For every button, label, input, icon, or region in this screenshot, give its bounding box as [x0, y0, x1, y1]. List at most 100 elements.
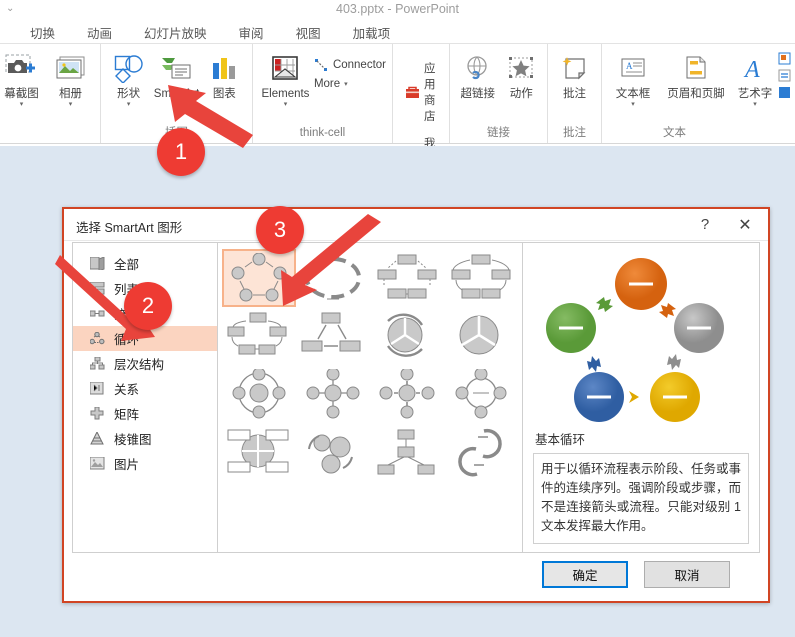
equation-button[interactable] — [778, 69, 791, 82]
comment-label: 批注 — [563, 88, 587, 100]
text-box-label: 文本框 — [615, 88, 651, 100]
arrow-ribbon-icon — [377, 429, 435, 475]
chart-button[interactable]: 图表 — [203, 48, 246, 100]
header-footer-icon — [682, 52, 710, 86]
window-title: 403.pptx - PowerPoint — [336, 2, 459, 16]
gallery-item-5[interactable] — [296, 307, 370, 365]
gallery-item-13[interactable] — [296, 423, 370, 481]
gallery-item-6[interactable] — [370, 307, 444, 365]
list-category-icon — [89, 281, 106, 296]
gear-icon — [308, 434, 353, 474]
relationship-category-icon — [89, 381, 106, 396]
smartart-icon — [160, 52, 192, 86]
gallery-item-1[interactable] — [296, 249, 370, 307]
preview-diagram — [533, 249, 749, 427]
ribbon-tab-2[interactable]: 幻灯片放映 — [128, 20, 223, 46]
category-item-7[interactable]: 棱锥图 — [73, 426, 217, 451]
smartart-gallery[interactable] — [218, 243, 523, 552]
screenshot-label: 幕截图 — [4, 88, 39, 100]
radial-venn-icon — [379, 369, 435, 419]
preview-pane: 基本循环 用于以循环流程表示阶段、任务或事件的连续序列。强调阶段或步骤，而不是连… — [523, 243, 759, 552]
connector-button[interactable]: Connector — [314, 57, 386, 72]
ribbon-group-text: A 文本框 ▾ 页眉和页脚 A 艺术字 ▾ 文本 — [601, 44, 795, 143]
object-button[interactable] — [778, 52, 791, 65]
ribbon-tab-4[interactable]: 视图 — [280, 20, 337, 46]
nondirectional-cycle-icon — [451, 254, 511, 299]
ribbon-group-label-text: 文本 — [663, 127, 687, 139]
text-box-dropdown-arrow[interactable]: ▾ — [631, 101, 635, 108]
diverging-radial-icon — [227, 429, 289, 473]
block-cycle-icon — [377, 254, 437, 299]
category-item-1[interactable]: 列表 — [73, 276, 217, 301]
thinkcell-elements-dropdown-arrow[interactable]: ▾ — [284, 101, 288, 108]
photo-album-button[interactable]: 相册 ▾ — [47, 48, 94, 108]
ribbon-group-illustrations: 形状 ▾ SmartArt 图表 插图 — [100, 44, 252, 143]
hierarchy-category-icon — [89, 356, 106, 371]
gallery-item-11[interactable] — [444, 365, 518, 423]
gallery-item-0[interactable] — [222, 249, 296, 307]
ribbon-group-label-links: 链接 — [487, 127, 511, 139]
smartart-button[interactable]: SmartArt — [152, 48, 200, 100]
header-footer-label: 页眉和页脚 — [667, 88, 725, 100]
ribbon-tab-5[interactable]: 加载项 — [337, 20, 407, 46]
gallery-item-14[interactable] — [370, 423, 444, 481]
shapes-dropdown-arrow[interactable]: ▾ — [127, 101, 131, 108]
thinkcell-more-label: More — [313, 78, 341, 90]
thinkcell-elements-label: Elements — [261, 88, 310, 100]
powerpoint-window: ⌄ 403.pptx - PowerPoint 切换 动画 幻灯片放映 审阅 视图 加载项 — [0, 0, 795, 637]
gallery-item-7[interactable] — [444, 307, 518, 365]
wordart-button[interactable]: A 艺术字 ▾ — [734, 48, 776, 108]
ribbon-tab-1[interactable]: 动画 — [71, 20, 128, 46]
ok-button[interactable]: 确定 — [542, 561, 628, 588]
category-label: 棱锥图 — [114, 433, 152, 447]
preview-description: 用于以循环流程表示阶段、任务或事件的连续序列。强调阶段或步骤，而不是连接箭头或流… — [533, 453, 749, 544]
comment-button[interactable]: 批注 — [554, 48, 595, 100]
thinkcell-elements-button[interactable]: Elements ▾ — [259, 48, 312, 108]
wordart-dropdown-arrow[interactable]: ▾ — [753, 101, 757, 108]
gallery-item-3[interactable] — [444, 249, 518, 307]
picture-category-icon — [89, 456, 106, 471]
symbol-button[interactable] — [778, 86, 791, 99]
thinkcell-more-dropdown-arrow[interactable]: ▾ — [344, 80, 348, 88]
photo-album-dropdown-arrow[interactable]: ▾ — [69, 101, 73, 108]
close-button[interactable]: ✕ — [728, 209, 762, 240]
hyperlink-button[interactable]: 超链接 — [456, 48, 499, 100]
ribbon-tab-0[interactable]: 切换 — [14, 20, 71, 46]
gallery-item-4[interactable] — [222, 307, 296, 365]
dialog-title-bar: 选择 SmartArt 图形 ? ✕ — [64, 209, 768, 241]
thinkcell-more-button[interactable]: More ▾ — [314, 78, 386, 90]
ribbon-group-label-comments: 批注 — [563, 127, 587, 139]
category-label: 列表 — [114, 283, 140, 297]
shapes-button[interactable]: 形状 ▾ — [107, 48, 150, 108]
category-item-3[interactable]: 循环 — [73, 326, 217, 351]
store-button[interactable]: 应用商店 — [405, 60, 443, 124]
gallery-item-8[interactable] — [222, 365, 296, 423]
screenshot-dropdown-arrow[interactable]: ▾ — [20, 101, 24, 108]
category-item-6[interactable]: 矩阵 — [73, 401, 217, 426]
ribbon-group-comments: 批注 批注 — [547, 44, 601, 143]
header-footer-button[interactable]: 页眉和页脚 — [660, 48, 732, 100]
thinkcell-elements-icon — [270, 52, 300, 86]
help-button[interactable]: ? — [688, 209, 722, 240]
category-item-0[interactable]: 全部 — [73, 251, 217, 276]
gallery-item-9[interactable] — [296, 365, 370, 423]
cancel-button[interactable]: 取消 — [644, 561, 730, 588]
dialog-title: 选择 SmartArt 图形 — [76, 221, 183, 235]
ribbon-tab-strip: 切换 动画 幻灯片放映 审阅 视图 加载项 — [0, 20, 795, 44]
wordart-label: 艺术字 — [737, 88, 773, 100]
gallery-item-10[interactable] — [370, 365, 444, 423]
gallery-item-2[interactable] — [370, 249, 444, 307]
action-button[interactable]: 动作 — [501, 48, 541, 100]
text-box-button[interactable]: A 文本框 ▾ — [608, 48, 658, 108]
ribbon: 幕截图 ▾ 相册 ▾ 形状 ▾ SmartArt 图表 插图 Elements … — [0, 44, 795, 212]
category-item-8[interactable]: 图片 — [73, 451, 217, 476]
category-item-2[interactable]: 流程 — [73, 301, 217, 326]
smartart-dialog: 选择 SmartArt 图形 ? ✕ 全部列表流程 循环 层次结构 关系 矩阵棱锥图图片 — [62, 207, 770, 603]
screenshot-button[interactable]: 幕截图 ▾ — [0, 48, 45, 108]
gallery-item-12[interactable] — [222, 423, 296, 481]
category-item-5[interactable]: 关系 — [73, 376, 217, 401]
ribbon-tab-3[interactable]: 审阅 — [223, 20, 280, 46]
chart-icon — [210, 52, 238, 86]
gallery-item-15[interactable] — [444, 423, 518, 481]
category-item-4[interactable]: 层次结构 — [73, 351, 217, 376]
